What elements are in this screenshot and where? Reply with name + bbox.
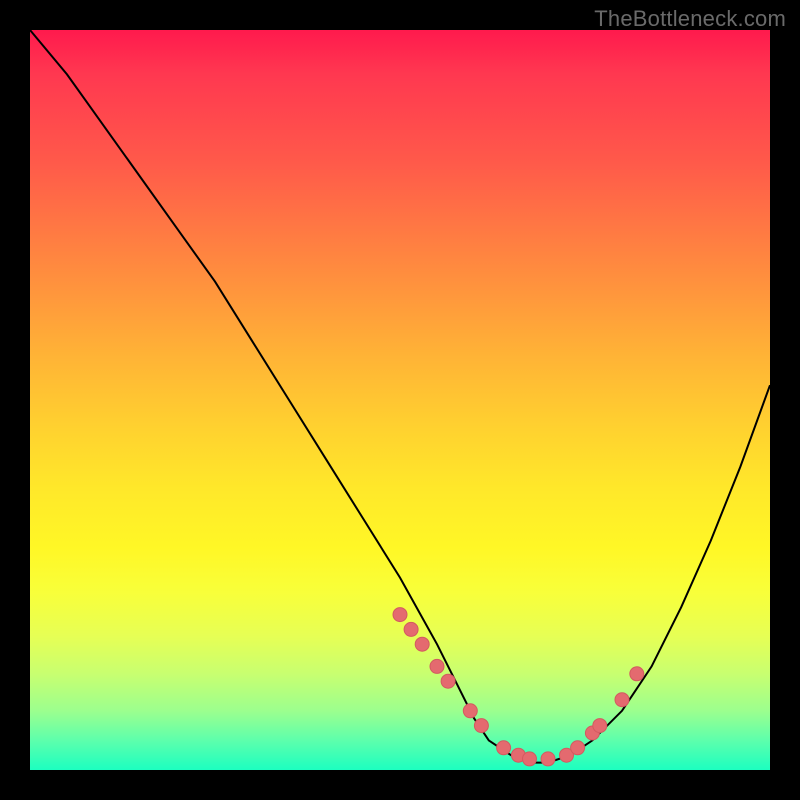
plot-area (30, 30, 770, 770)
marker-point (441, 674, 455, 688)
marker-point (523, 752, 537, 766)
marker-point (630, 667, 644, 681)
marker-point (404, 622, 418, 636)
marker-point (615, 693, 629, 707)
marker-point (474, 719, 488, 733)
bottleneck-curve (30, 30, 770, 763)
marker-point (571, 741, 585, 755)
marker-point (593, 719, 607, 733)
chart-root: TheBottleneck.com (0, 0, 800, 800)
marker-point (463, 704, 477, 718)
marker-point (497, 741, 511, 755)
marker-point (393, 608, 407, 622)
watermark-text: TheBottleneck.com (594, 6, 786, 32)
marker-point (541, 752, 555, 766)
marker-point (430, 659, 444, 673)
marker-point (415, 637, 429, 651)
chart-svg (30, 30, 770, 770)
